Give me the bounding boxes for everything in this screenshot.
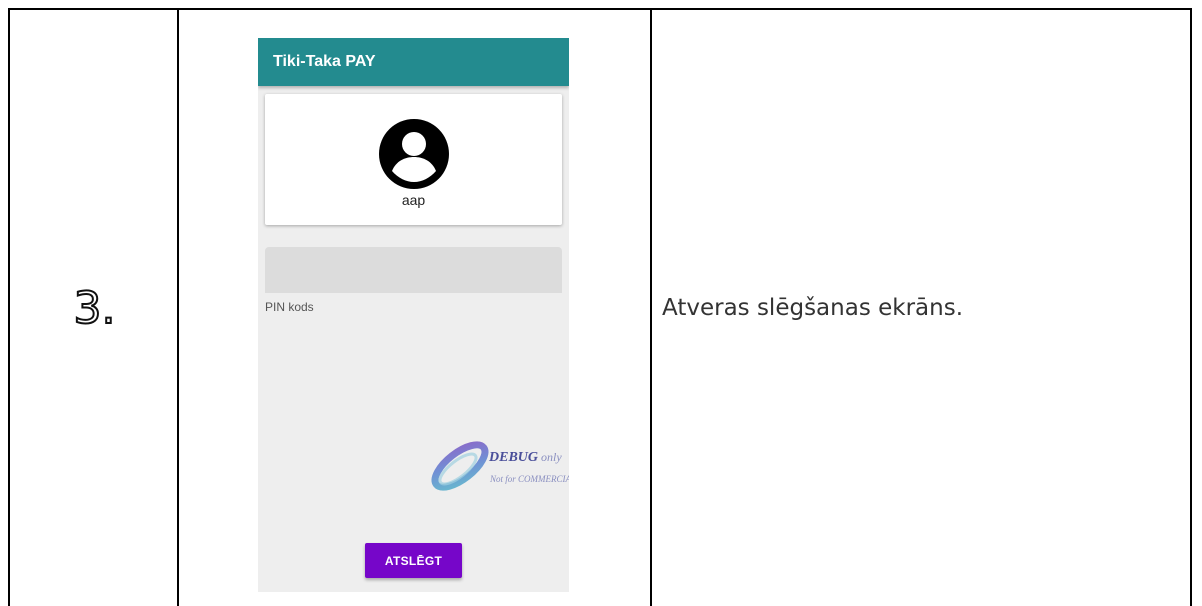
pin-input[interactable] — [265, 247, 562, 293]
app-bar: Tiki-Taka PAY — [258, 38, 569, 86]
app-title: Tiki-Taka PAY — [273, 53, 376, 70]
watermark-logo-icon — [431, 441, 489, 491]
username: aap — [401, 192, 426, 208]
account-circle-icon — [379, 119, 449, 189]
step-description: Atveras slēgšanas ekrāns. — [662, 295, 964, 321]
watermark-subtext: Not for COMMERCIAL — [490, 474, 569, 484]
debug-watermark: DEBUG only Not for COMMERCIAL — [428, 436, 569, 496]
phone-screenshot: Tiki-Taka PAY aap PIN kods DEBUG only Not… — [258, 38, 569, 592]
pin-label: PIN kods — [265, 300, 314, 314]
user-card: aap — [265, 94, 562, 225]
watermark-text: DEBUG only — [489, 450, 562, 465]
unlock-button[interactable]: ATSLĒGT — [365, 543, 462, 578]
description-cell: Atveras slēgšanas ekrāns. — [652, 10, 1190, 606]
steps-table: 3. Atveras slēgšanas ekrāns. — [8, 8, 1192, 606]
step-number: 3. — [73, 282, 117, 335]
